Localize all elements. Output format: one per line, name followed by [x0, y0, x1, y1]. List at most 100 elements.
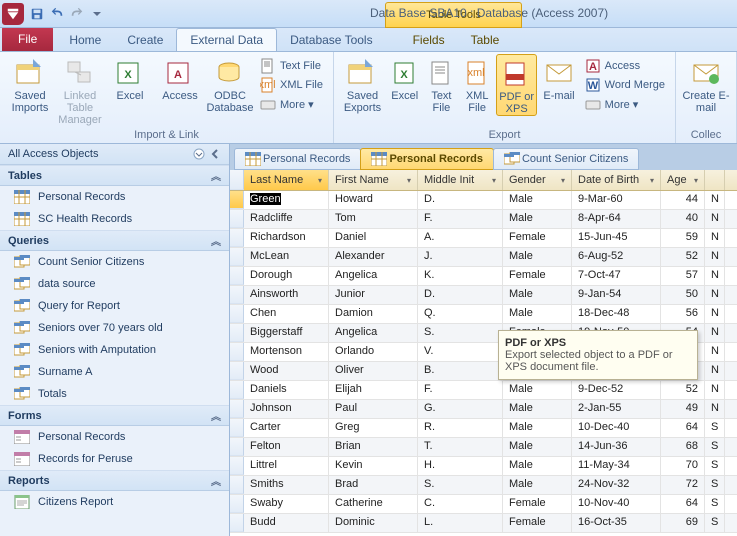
- document-tab[interactable]: Personal Records: [360, 148, 494, 170]
- cell[interactable]: L.: [418, 514, 503, 532]
- cell[interactable]: Daniel: [329, 229, 418, 247]
- qat-dropdown-icon[interactable]: [88, 5, 106, 23]
- export-word-merge-button[interactable]: WWord Merge: [581, 76, 669, 94]
- cell[interactable]: 9-Mar-60: [572, 191, 661, 209]
- cell[interactable]: N: [705, 210, 725, 228]
- row-selector[interactable]: [230, 229, 244, 247]
- row-selector[interactable]: [230, 305, 244, 323]
- cell[interactable]: Johnson: [244, 400, 329, 418]
- cell[interactable]: Male: [503, 248, 572, 266]
- row-selector[interactable]: [230, 381, 244, 399]
- cell[interactable]: 49: [661, 362, 705, 380]
- row-selector[interactable]: [230, 210, 244, 228]
- cell[interactable]: Male: [503, 438, 572, 456]
- cell[interactable]: 11-May-34: [572, 457, 661, 475]
- cell[interactable]: 6-Aug-52: [572, 248, 661, 266]
- row-selector[interactable]: [230, 286, 244, 304]
- cell[interactable]: 14-Jun-36: [572, 438, 661, 456]
- cell[interactable]: 69: [661, 514, 705, 532]
- tab-database-tools[interactable]: Database Tools: [277, 29, 386, 51]
- cell[interactable]: S: [705, 438, 725, 456]
- tab-fields[interactable]: Fields: [400, 29, 458, 51]
- cell[interactable]: Kevin: [329, 457, 418, 475]
- cell[interactable]: Male: [503, 476, 572, 494]
- tab-table[interactable]: Table: [458, 29, 513, 51]
- cell[interactable]: F.: [418, 210, 503, 228]
- cell[interactable]: Tom: [329, 210, 418, 228]
- cell[interactable]: Male: [503, 305, 572, 323]
- cell[interactable]: Swaby: [244, 495, 329, 513]
- cell[interactable]: N: [705, 286, 725, 304]
- export-text-button[interactable]: Text File: [425, 54, 459, 114]
- cell[interactable]: 56: [661, 305, 705, 323]
- cell[interactable]: Littrel: [244, 457, 329, 475]
- document-tab[interactable]: Count Senior Citizens: [493, 148, 639, 170]
- cell[interactable]: Female: [503, 514, 572, 532]
- qat-undo-icon[interactable]: [48, 5, 66, 23]
- cell[interactable]: 40: [661, 210, 705, 228]
- cell[interactable]: Dominic: [329, 514, 418, 532]
- cell[interactable]: Male: [503, 457, 572, 475]
- cell[interactable]: Greg: [329, 419, 418, 437]
- column-header[interactable]: Middle Init▾: [418, 170, 503, 190]
- nav-category-report[interactable]: Reports︽: [0, 470, 229, 491]
- qat-save-icon[interactable]: [28, 5, 46, 23]
- table-row[interactable]: ChenDamionQ.Male18-Dec-4856N: [230, 305, 737, 324]
- cell[interactable]: Male: [503, 381, 572, 399]
- cell[interactable]: Catherine: [329, 495, 418, 513]
- cell[interactable]: Female: [503, 495, 572, 513]
- cell[interactable]: Junior: [329, 286, 418, 304]
- table-row[interactable]: DanielsElijahF.Male9-Dec-5252N: [230, 381, 737, 400]
- cell[interactable]: N: [705, 229, 725, 247]
- qat-redo-icon[interactable]: [68, 5, 86, 23]
- nav-item[interactable]: Records for Peruse: [0, 448, 229, 470]
- cell[interactable]: 52: [661, 381, 705, 399]
- cell[interactable]: Angelica: [329, 267, 418, 285]
- cell[interactable]: R.: [418, 419, 503, 437]
- cell[interactable]: A.: [418, 229, 503, 247]
- filter-dropdown-icon[interactable]: ▾: [492, 176, 496, 185]
- cell[interactable]: Brad: [329, 476, 418, 494]
- cell[interactable]: Female: [503, 324, 572, 342]
- cell[interactable]: 8-Apr-64: [572, 210, 661, 228]
- cell[interactable]: Orlando: [329, 343, 418, 361]
- cell[interactable]: 68: [661, 438, 705, 456]
- cell[interactable]: N: [705, 400, 725, 418]
- cell[interactable]: V.: [418, 343, 503, 361]
- cell[interactable]: 12-Nov-55: [572, 362, 661, 380]
- row-selector[interactable]: [230, 457, 244, 475]
- cell[interactable]: J.: [418, 248, 503, 266]
- cell[interactable]: Dorough: [244, 267, 329, 285]
- cell[interactable]: 24-Nov-32: [572, 476, 661, 494]
- cell[interactable]: Daniels: [244, 381, 329, 399]
- nav-item[interactable]: Seniors with Amputation: [0, 339, 229, 361]
- cell[interactable]: N: [705, 343, 725, 361]
- nav-item[interactable]: Personal Records: [0, 426, 229, 448]
- cell[interactable]: 9-Jan-54: [572, 286, 661, 304]
- cell[interactable]: 2-Jan-55: [572, 400, 661, 418]
- cell[interactable]: D.: [418, 286, 503, 304]
- import-text-file-button[interactable]: Text File: [256, 57, 327, 75]
- nav-dropdown-icon[interactable]: [193, 148, 205, 160]
- cell[interactable]: S: [705, 495, 725, 513]
- nav-item[interactable]: data source: [0, 273, 229, 295]
- row-selector[interactable]: [230, 191, 244, 209]
- nav-item[interactable]: Personal Records: [0, 186, 229, 208]
- column-header[interactable]: First Name▾: [329, 170, 418, 190]
- nav-item[interactable]: Surname A: [0, 361, 229, 383]
- table-row[interactable]: FeltonBrianT.Male14-Jun-3668S: [230, 438, 737, 457]
- cell[interactable]: B.: [418, 362, 503, 380]
- column-header[interactable]: Date of Birth▾: [572, 170, 661, 190]
- cell[interactable]: Brian: [329, 438, 418, 456]
- import-odbc-button[interactable]: ODBC Database: [206, 54, 254, 114]
- cell[interactable]: Elijah: [329, 381, 418, 399]
- datasheet-grid[interactable]: Last Name▾First Name▾Middle Init▾Gender▾…: [230, 170, 737, 536]
- import-access-button[interactable]: AAccess: [156, 54, 204, 102]
- tab-home[interactable]: Home: [56, 29, 114, 51]
- row-selector[interactable]: [230, 267, 244, 285]
- app-menu-button[interactable]: [2, 3, 24, 25]
- nav-item[interactable]: Citizens Report: [0, 491, 229, 513]
- cell[interactable]: N: [705, 305, 725, 323]
- filter-dropdown-icon[interactable]: ▾: [407, 176, 411, 185]
- cell[interactable]: McLean: [244, 248, 329, 266]
